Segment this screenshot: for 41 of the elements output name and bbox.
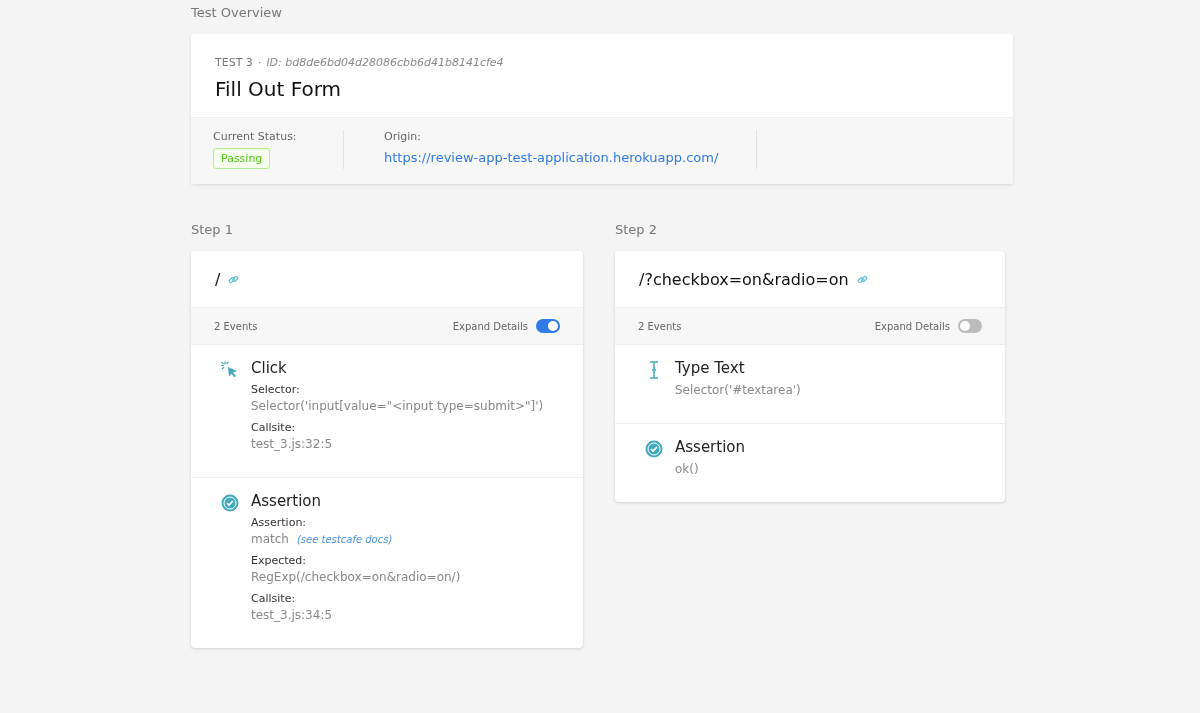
field-value: match	[251, 532, 289, 546]
link-icon[interactable]	[856, 273, 868, 285]
field-label: Callsite:	[251, 421, 297, 434]
step-title: Step 2	[615, 222, 658, 237]
check-badge-icon	[645, 440, 663, 458]
field-value: Selector('#textarea')	[675, 383, 801, 397]
test-number: TEST 3	[215, 56, 253, 69]
docs-link[interactable]: (see testcafe docs)	[296, 534, 393, 545]
text-cursor-icon	[649, 361, 659, 379]
event-name: Click	[251, 359, 288, 377]
events-count: 2 Events	[638, 320, 682, 332]
expand-details-label: Expand Details	[874, 320, 950, 332]
status-badge: Passing	[213, 148, 271, 169]
step-title: Step 1	[191, 222, 234, 237]
link-icon[interactable]	[228, 273, 240, 285]
status-label: Current Status:	[213, 130, 298, 143]
field-value: Selector('input[value="<input type=submit>"]')	[251, 399, 544, 413]
expand-details-toggle[interactable]	[536, 319, 560, 333]
test-id: ID: bd8de6bd04d28086cbb6d41b8141cfe4	[266, 56, 504, 69]
field-value: RegExp(/checkbox=on&radio=on/)	[251, 570, 461, 584]
events-count: 2 Events	[214, 320, 258, 332]
field-value: test_3.js:32:5	[251, 437, 333, 451]
field-label: Selector:	[251, 383, 301, 396]
separator: ·	[257, 56, 262, 69]
check-badge-icon	[221, 494, 239, 512]
field-value: ok()	[675, 462, 699, 476]
expand-details-toggle[interactable]	[958, 319, 982, 333]
field-label: Assertion:	[251, 516, 308, 529]
event-name: Assertion	[251, 492, 323, 510]
origin-link[interactable]: https://review-app-test-application.herokuapp.com/	[384, 150, 719, 165]
event-name: Assertion	[675, 438, 747, 456]
section-title: Test Overview	[191, 5, 283, 20]
step-path: /	[215, 269, 221, 289]
field-label: Expected:	[251, 554, 308, 567]
origin-label: Origin:	[384, 130, 422, 143]
event-name: Type Text	[675, 359, 746, 377]
step-path: /?checkbox=on&radio=on	[639, 269, 849, 289]
field-value: test_3.js:34:5	[251, 608, 333, 622]
expand-details-label: Expand Details	[452, 320, 528, 332]
test-name: Fill Out Form	[215, 77, 343, 101]
field-label: Callsite:	[251, 592, 297, 605]
